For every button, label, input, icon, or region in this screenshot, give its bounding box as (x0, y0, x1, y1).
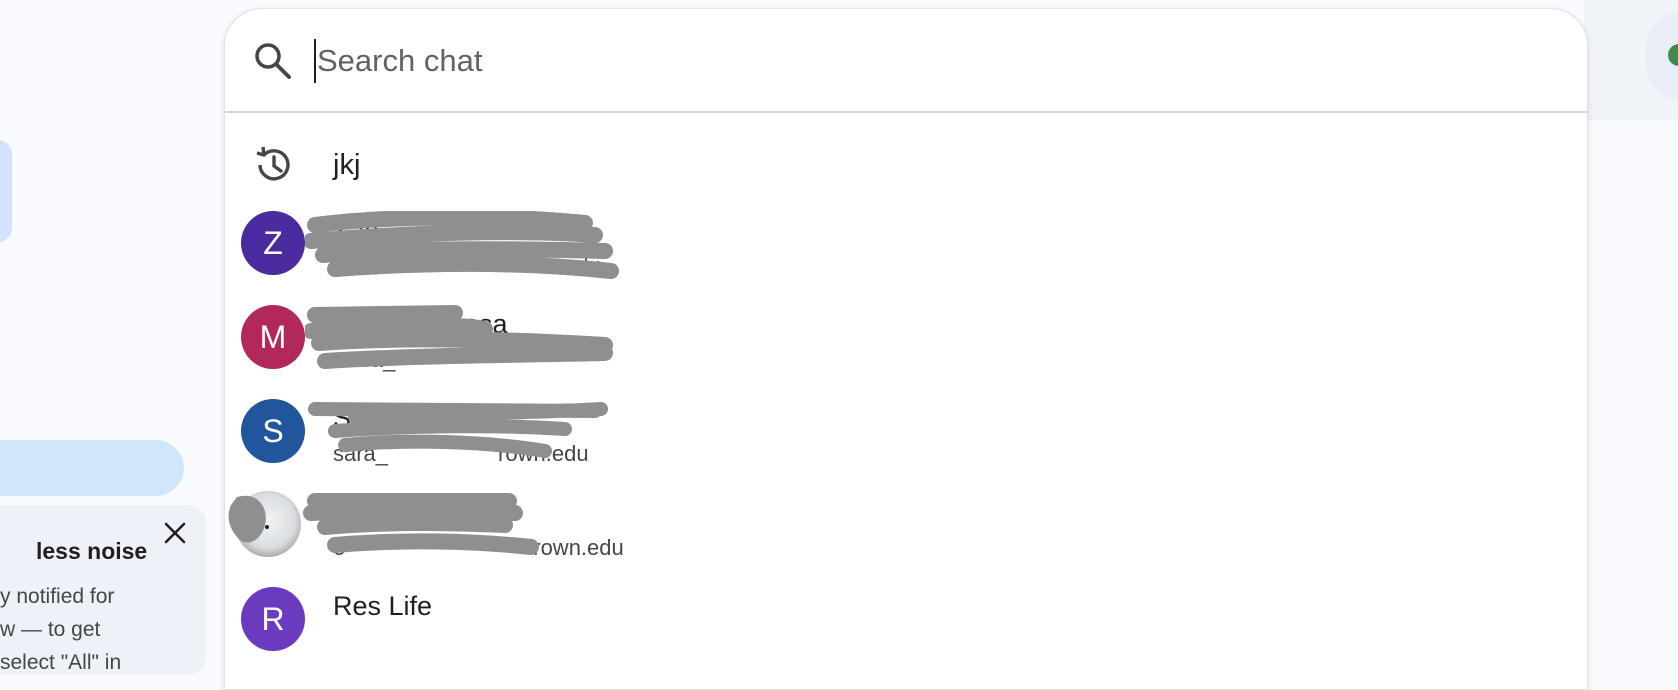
tip-body: y notified for w — to get select "All" i… (0, 585, 122, 674)
history-suggestion[interactable]: jkj (225, 113, 1587, 213)
contact-item[interactable]: M ra Cunesa mara_ (225, 303, 1587, 403)
contact-item[interactable]: S Sara sara_ rown.edu (225, 397, 1587, 497)
avatar: M (241, 305, 305, 369)
contact-email: za du (333, 253, 601, 279)
contact-item[interactable]: R Res Life (225, 585, 1587, 685)
search-icon[interactable] (251, 39, 295, 83)
avatar-initial: M (259, 318, 287, 355)
contact-name: ra Cunesa (383, 309, 508, 339)
avatar-initial: Z (263, 224, 283, 261)
sidebar-active-item[interactable] (0, 440, 184, 496)
contact-email: sara_ rown.edu (333, 441, 589, 467)
avatar: S (241, 399, 305, 463)
avatar: Z (241, 211, 305, 275)
contact-item[interactable]: e rown.edu (225, 491, 1587, 591)
contact-name: Res Life (333, 591, 433, 621)
tip-title: less noise (36, 538, 148, 564)
search-bar (225, 9, 1587, 113)
contact-email-start: sara_ (333, 441, 389, 466)
history-label: jkj (333, 149, 361, 181)
contact-email-end: rown.edu (533, 535, 624, 560)
history-icon (251, 143, 295, 187)
text-caret (314, 39, 316, 83)
avatar: R (241, 587, 305, 651)
contact-email-end: du (576, 253, 601, 278)
contact-email-end: rown.edu (498, 441, 589, 466)
contact-email: mara_ (333, 347, 396, 372)
avatar (235, 491, 301, 557)
contact-email: e rown.edu (333, 535, 624, 561)
close-icon[interactable] (162, 520, 188, 546)
contact-item[interactable]: Z Zac za du (225, 209, 1587, 309)
search-input[interactable] (313, 35, 1517, 87)
contact-email-start: za (333, 253, 357, 278)
new-chat-button[interactable] (0, 140, 12, 242)
avatar-initial: R (261, 600, 285, 637)
contact-name: Sara (333, 403, 391, 433)
contact-name: Zac (333, 215, 379, 245)
avatar-initial: S (262, 412, 284, 449)
contact-email-start: e (333, 535, 346, 560)
search-dropdown: jkj Z Zac za du M ra Cunesa mara_ (224, 8, 1588, 690)
